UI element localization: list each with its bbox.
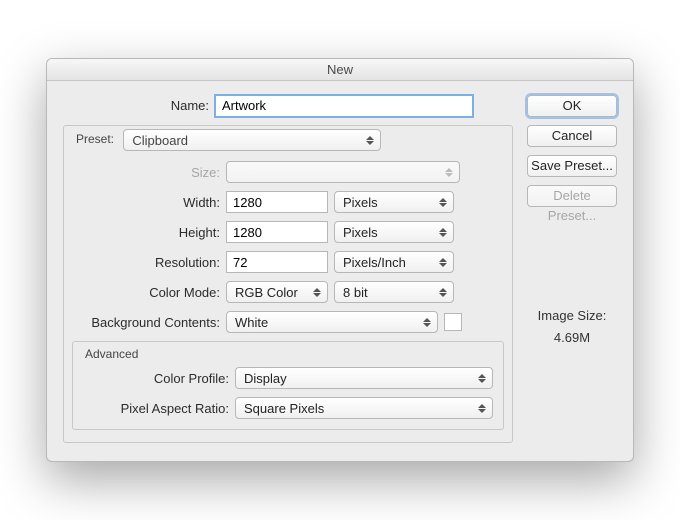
advanced-legend: Advanced [81, 347, 142, 361]
resolution-label: Resolution: [74, 255, 226, 270]
preset-value: Clipboard [132, 133, 188, 148]
profile-label: Color Profile: [83, 371, 235, 386]
updown-icon [421, 315, 433, 329]
save-preset-button[interactable]: Save Preset... [527, 155, 617, 177]
color-depth-select[interactable]: 8 bit [334, 281, 454, 303]
par-label: Pixel Aspect Ratio: [83, 401, 235, 416]
width-unit-select[interactable]: Pixels [334, 191, 454, 213]
preset-select[interactable]: Clipboard [123, 129, 381, 151]
size-label: Size: [74, 165, 226, 180]
bg-label: Background Contents: [74, 315, 226, 330]
size-select [226, 161, 460, 183]
resolution-unit-select[interactable]: Pixels/Inch [334, 251, 454, 273]
color-profile-select[interactable]: Display [235, 367, 493, 389]
new-document-dialog: New Name: Preset: Clipboard Size: [46, 58, 634, 463]
preset-label: Preset: [76, 133, 114, 147]
color-mode-label: Color Mode: [74, 285, 226, 300]
height-unit-select[interactable]: Pixels [334, 221, 454, 243]
color-mode-value: RGB Color [235, 285, 298, 300]
color-profile-value: Display [244, 371, 287, 386]
ok-button[interactable]: OK [527, 95, 617, 117]
width-input[interactable] [226, 191, 328, 213]
color-depth-value: 8 bit [343, 285, 368, 300]
updown-icon [476, 371, 488, 385]
image-size-label: Image Size: [527, 305, 617, 327]
cancel-button[interactable]: Cancel [527, 125, 617, 147]
updown-icon [443, 165, 455, 179]
name-input[interactable] [215, 95, 473, 117]
height-unit-value: Pixels [343, 225, 378, 240]
bg-contents-select[interactable]: White [226, 311, 438, 333]
updown-icon [476, 401, 488, 415]
updown-icon [437, 285, 449, 299]
width-unit-value: Pixels [343, 195, 378, 210]
delete-preset-button: Delete Preset... [527, 185, 617, 207]
image-size-value: 4.69M [527, 327, 617, 349]
form-area: Name: Preset: Clipboard Size: [63, 95, 527, 444]
height-input[interactable] [226, 221, 328, 243]
updown-icon [364, 133, 376, 147]
color-mode-select[interactable]: RGB Color [226, 281, 328, 303]
pixel-aspect-value: Square Pixels [244, 401, 324, 416]
dialog-content: Name: Preset: Clipboard Size: [47, 81, 633, 462]
button-column: OK Cancel Save Preset... Delete Preset..… [527, 95, 617, 444]
advanced-fieldset: Advanced Color Profile: Display Pixel As… [72, 341, 504, 430]
updown-icon [437, 225, 449, 239]
width-label: Width: [74, 195, 226, 210]
updown-icon [437, 195, 449, 209]
bg-contents-value: White [235, 315, 268, 330]
updown-icon [311, 285, 323, 299]
bg-color-swatch[interactable] [444, 313, 462, 331]
preset-fieldset: Preset: Clipboard Size: [63, 125, 513, 444]
resolution-input[interactable] [226, 251, 328, 273]
window-title: New [47, 59, 633, 81]
height-label: Height: [74, 225, 226, 240]
resolution-unit-value: Pixels/Inch [343, 255, 406, 270]
pixel-aspect-select[interactable]: Square Pixels [235, 397, 493, 419]
name-label: Name: [63, 98, 215, 113]
updown-icon [437, 255, 449, 269]
image-size-info: Image Size: 4.69M [527, 305, 617, 349]
